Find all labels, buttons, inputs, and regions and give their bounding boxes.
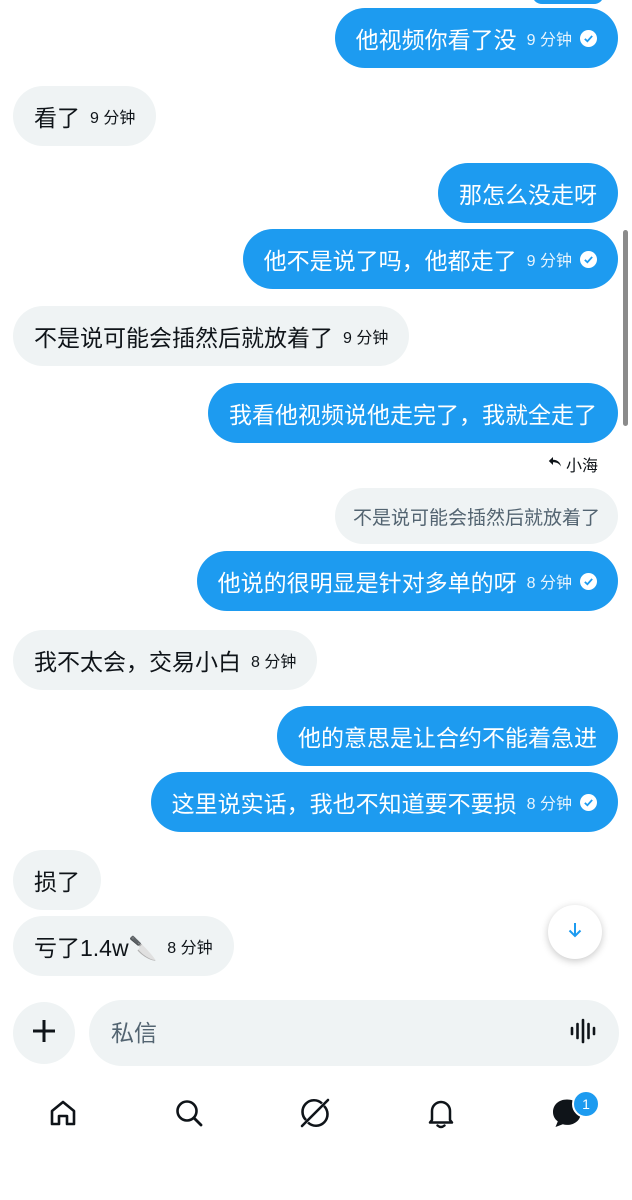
reply-arrow-icon (548, 455, 562, 473)
messages-badge: 1 (572, 1090, 600, 1118)
message-text: 损了 (34, 869, 80, 895)
message-time: 9 分钟 (90, 110, 136, 127)
add-media-button[interactable] (13, 1002, 75, 1064)
message-text: 这里说实话，我也不知道要不要损 (171, 791, 517, 817)
quoted-message[interactable]: 不是说可能会插然后就放着了 (334, 488, 618, 544)
nav-grok[interactable] (285, 1080, 345, 1150)
read-receipt-icon (580, 29, 597, 47)
message-text: 我不太会，交易小白 (34, 649, 241, 675)
nav-home[interactable] (33, 1080, 93, 1150)
home-icon (47, 1097, 79, 1134)
message-text: 不是说可能会插然后就放着了 (34, 325, 333, 351)
scrollbar[interactable] (623, 230, 628, 426)
read-receipt-icon (580, 250, 597, 268)
incoming-message[interactable]: 损了 (13, 850, 101, 910)
nav-search[interactable] (159, 1080, 219, 1150)
message-time: 8 分钟 (167, 940, 213, 957)
outgoing-message[interactable]: 这里说实话，我也不知道要不要损 8 分钟 (150, 772, 618, 832)
outgoing-message[interactable]: 他的意思是让合约不能着急进 (277, 706, 618, 766)
arrow-down-icon (566, 921, 584, 944)
grok-icon (298, 1096, 332, 1135)
message-text: 我看他视频说他走完了，我就全走了 (229, 402, 597, 428)
incoming-message[interactable]: 亏了1.4w🔪 8 分钟 (13, 916, 234, 976)
reply-indicator: 小海 (548, 452, 598, 476)
conversation-thread: 他视频你看了没 9 分钟 看了 9 分钟 那怎么没走呀 他不是说了吗，他都走了 … (0, 0, 632, 990)
incoming-message[interactable]: 我不太会，交易小白 8 分钟 (13, 630, 318, 690)
search-icon (173, 1097, 205, 1134)
message-text: 他说的很明显是针对多单的呀 (217, 570, 517, 596)
nav-notifications[interactable] (411, 1080, 471, 1150)
plus-icon (31, 1018, 57, 1049)
outgoing-message[interactable]: 他说的很明显是针对多单的呀 8 分钟 (196, 551, 618, 611)
scroll-to-bottom-button[interactable] (548, 905, 602, 959)
message-text: 看了 (34, 105, 80, 131)
incoming-message[interactable]: 不是说可能会插然后就放着了 9 分钟 (13, 306, 410, 366)
message-text: 那怎么没走呀 (459, 182, 597, 208)
message-input[interactable] (111, 1019, 531, 1047)
message-time: 8 分钟 (251, 654, 297, 671)
message-composer[interactable] (89, 1000, 619, 1066)
quoted-text: 不是说可能会插然后就放着了 (352, 507, 600, 529)
message-time: 8 分钟 (526, 575, 572, 592)
outgoing-message[interactable]: 他不是说了吗，他都走了 9 分钟 (242, 229, 618, 289)
incoming-message[interactable]: 看了 9 分钟 (13, 86, 157, 146)
message-text: 他不是说了吗，他都走了 (263, 248, 517, 274)
message-time: 9 分钟 (343, 330, 389, 347)
previous-message-edge (532, 0, 604, 4)
outgoing-message[interactable]: 我看他视频说他走完了，我就全走了 (208, 383, 618, 443)
message-time: 9 分钟 (526, 253, 572, 270)
reply-to-name: 小海 (565, 458, 598, 475)
read-receipt-icon (580, 572, 597, 590)
message-time: 9 分钟 (526, 32, 572, 49)
outgoing-message[interactable]: 他视频你看了没 9 分钟 (334, 8, 618, 68)
message-text: 他视频你看了没 (355, 27, 517, 53)
read-receipt-icon (580, 793, 597, 811)
bell-icon (425, 1097, 457, 1134)
outgoing-message[interactable]: 那怎么没走呀 (438, 163, 618, 223)
message-text: 亏了1.4w🔪 (34, 935, 158, 961)
voice-waveform-icon[interactable] (569, 1018, 597, 1049)
bottom-navigation (0, 1080, 632, 1150)
message-text: 他的意思是让合约不能着急进 (298, 725, 597, 751)
message-time: 8 分钟 (526, 796, 572, 813)
